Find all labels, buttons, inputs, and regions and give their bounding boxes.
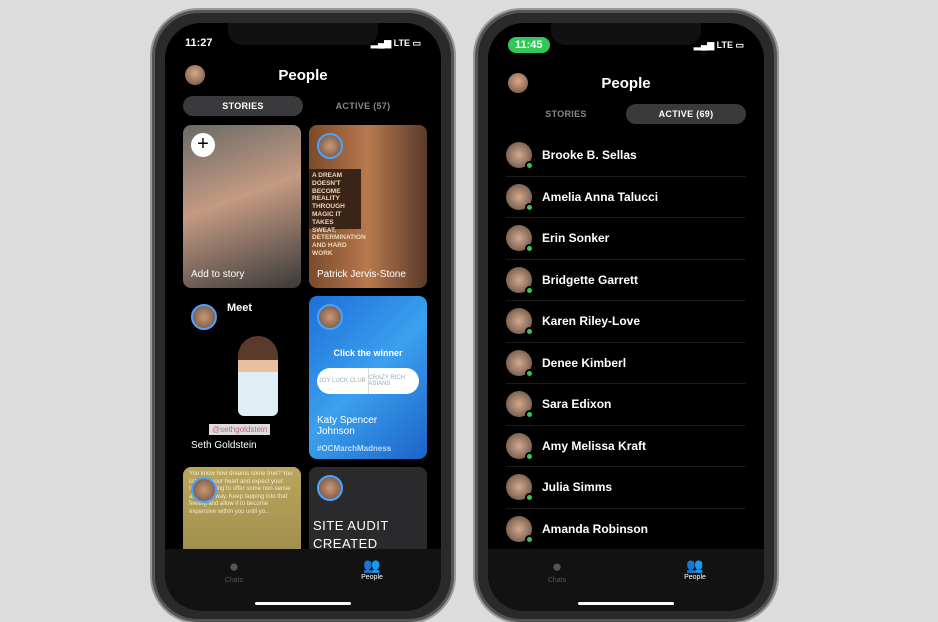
story-poster: A DREAM DOESN'T BECOME REALITY THROUGH M… [309,169,366,257]
poll[interactable]: JOY LUCK CLUB CRAZY RICH ASIANS [317,368,419,394]
user-name: Sara Edixon [542,397,612,412]
user-avatar [506,432,534,461]
online-indicator [525,368,534,378]
user-name: Amanda Robinson [542,521,649,536]
story-label: Katy Spencer Johnson [317,415,378,437]
left-phone: 11:27 ▂▄▆ LTE ▭ People STORIES ACTIVE (57… [152,10,454,622]
user-name: Bridgette Garrett [542,272,639,287]
story-avatar [191,304,217,330]
user-name: Erin Sonker [542,231,610,246]
right-phone: 11:45 ▂▄▆ LTE ▭ People STORIES ACTIVE (69… [475,10,777,622]
online-indicator [525,327,534,337]
active-user-row[interactable]: Julia Simms [506,467,746,509]
poll-option[interactable]: CRAZY RICH ASIANS [369,368,420,394]
poll-option[interactable]: JOY LUCK CLUB [317,368,369,394]
page-title: People [278,67,328,84]
user-avatar [506,474,534,503]
active-user-row[interactable]: Amanda Robinson [506,509,746,550]
clock: 11:45 [508,37,550,53]
story-avatar [191,477,217,503]
user-avatar [506,349,534,378]
signal-battery: ▂▄▆ LTE ▭ [693,39,744,50]
user-avatar [506,515,534,544]
online-indicator [525,534,534,544]
story-heading: Meet [227,302,253,314]
user-avatar [506,391,534,420]
nav-label: People [684,574,706,581]
online-indicator [525,493,534,503]
active-screen: 11:45 ▂▄▆ LTE ▭ People STORIES ACTIVE (69… [488,23,764,611]
user-name: Amelia Anna Talucci [542,189,659,204]
online-indicator [525,285,534,295]
active-user-row[interactable]: Erin Sonker [506,218,746,260]
tabs: STORIES ACTIVE (69) [506,104,746,124]
online-indicator [525,451,534,461]
story-avatar [317,475,343,501]
story-card[interactable]: Click the winner JOY LUCK CLUB CRAZY RIC… [309,296,427,459]
user-avatar [506,308,534,337]
page-title: People [601,75,651,92]
user-name: Brooke B. Sellas [542,148,637,163]
tab-stories[interactable]: STORIES [183,96,303,116]
active-user-row[interactable]: Sara Edixon [506,384,746,426]
user-name: Amy Melissa Kraft [542,438,647,453]
user-avatar [506,142,534,171]
active-user-row[interactable]: Amelia Anna Talucci [506,177,746,218]
hashtag: #OCMarchMadness [317,444,392,453]
signal-battery: ▂▄▆ LTE ▭ [370,37,421,48]
status-bar: 11:45 ▂▄▆ LTE ▭ [508,37,744,53]
carrier: LTE [393,37,410,48]
story-add[interactable]: + Add to story [183,125,301,288]
story-label: Add to story [191,269,245,280]
user-name: Denee Kimberl [542,355,627,370]
stories-screen: 11:27 ▂▄▆ LTE ▭ People STORIES ACTIVE (57… [165,23,441,611]
home-indicator [255,602,351,605]
stories-grid: + Add to story A DREAM DOESN'T BECOME RE… [183,125,427,611]
active-user-row[interactable]: Amy Melissa Kraft [506,426,746,467]
mention-tag: @sethgoldstein [209,424,271,435]
chat-bubble-icon: ● [228,557,240,576]
chat-bubble-icon: ● [551,557,563,576]
online-indicator [525,202,534,212]
active-list: Brooke B. Sellas Amelia Anna Talucci Erin … [506,135,746,550]
user-avatar [506,266,534,295]
people-icon: 👥 [686,557,704,573]
active-user-row[interactable]: Karen Riley-Love [506,301,746,343]
nav-label: Chats [547,577,567,584]
nav-label: Chats [224,577,244,584]
active-user-row[interactable]: Denee Kimberl [506,343,746,384]
home-indicator [578,602,674,605]
user-name: Karen Riley-Love [542,314,641,329]
user-avatar [506,183,534,212]
status-bar: 11:27 ▂▄▆ LTE ▭ [185,37,421,49]
online-indicator [525,161,534,171]
online-indicator [525,244,534,254]
poll-question: Click the winner [333,348,403,358]
story-avatar [317,304,343,330]
user-name: Julia Simms [542,480,613,495]
tabs: STORIES ACTIVE (57) [183,96,423,116]
online-indicator [525,410,534,420]
people-icon: 👥 [363,557,381,573]
user-avatar [506,225,534,254]
story-label: Seth Goldstein [191,440,257,451]
tab-stories[interactable]: STORIES [506,104,626,124]
tab-active[interactable]: ACTIVE (69) [626,104,746,124]
story-card[interactable]: Meet @sethgoldstein Seth Goldstein [183,296,301,459]
clock: 11:27 [185,37,213,49]
active-user-row[interactable]: Bridgette Garrett [506,260,746,301]
bitmoji-sticker [238,336,278,416]
story-card[interactable]: A DREAM DOESN'T BECOME REALITY THROUGH M… [309,125,427,288]
story-avatar [317,133,343,159]
tab-active[interactable]: ACTIVE (57) [303,96,423,116]
carrier: LTE [716,39,733,50]
nav-label: People [361,574,383,581]
active-user-row[interactable]: Brooke B. Sellas [506,135,746,177]
story-label: Patrick Jervis-Stone [317,269,406,280]
plus-icon[interactable]: + [191,133,215,157]
